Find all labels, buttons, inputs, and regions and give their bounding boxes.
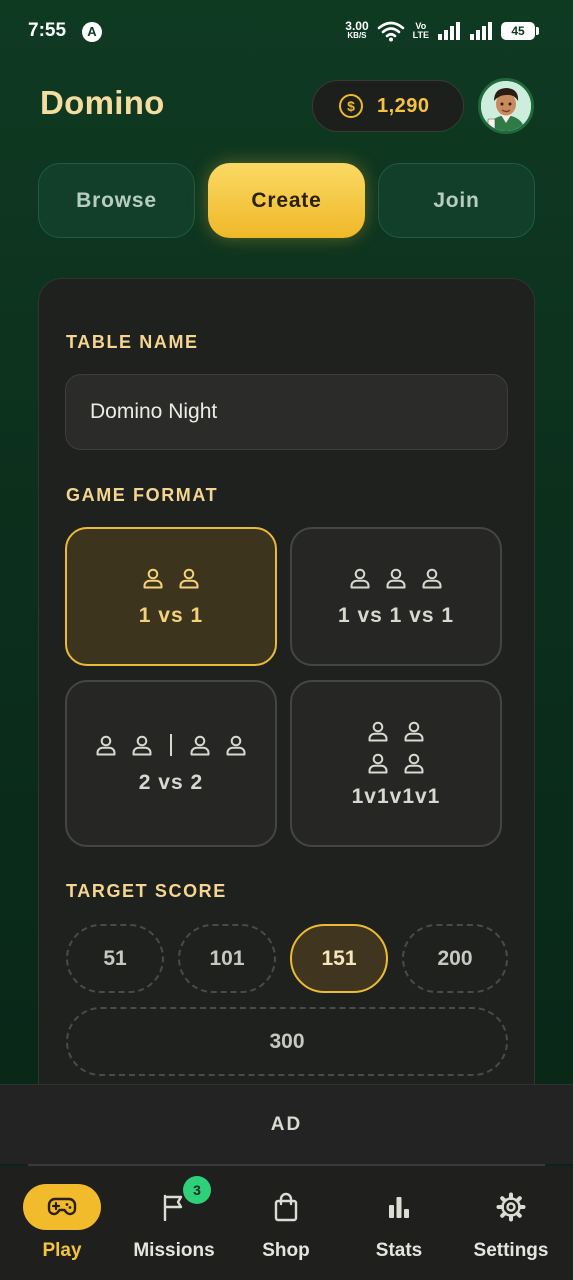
table-name-label: TABLE NAME (66, 332, 199, 352)
nav-icon-pill (247, 1184, 325, 1230)
coin-icon: $ (339, 94, 363, 118)
format-option-1v1[interactable]: 1 vs 1 (65, 527, 277, 666)
person-icon (366, 751, 390, 775)
table-name-input[interactable] (65, 374, 508, 450)
score-option-300[interactable]: 300 (66, 1007, 508, 1076)
network-speed-value: 3.00 (345, 19, 369, 33)
player-icons (141, 566, 201, 590)
player-icons (94, 733, 248, 757)
person-icon (366, 719, 390, 743)
nav-item-stats[interactable]: Stats (342, 1166, 456, 1280)
notification-a-icon: A (82, 22, 102, 42)
target-score-label: TARGET SCORE (66, 881, 227, 901)
network-speed: 3.00 KB/S (345, 19, 369, 40)
person-icon (224, 733, 248, 757)
person-icon (402, 719, 426, 743)
avatar[interactable] (478, 78, 534, 134)
nav-label: Missions (133, 1240, 215, 1261)
person-icon (188, 733, 212, 757)
status-icons: 3.00 KB/S Vo LTE 45 (345, 19, 539, 42)
player-icons (366, 751, 426, 775)
format-option-1v1v1v1[interactable]: 1v1v1v1 (290, 680, 502, 847)
status-bar: 7:55 A 3.00 KB/S Vo LTE 45 (0, 0, 573, 64)
status-time: 7:55 (28, 20, 67, 41)
signal-icon-1 (438, 22, 460, 40)
ad-label: AD (270, 1113, 303, 1135)
person-icon (348, 566, 372, 590)
coin-balance[interactable]: $ 1,290 (312, 80, 464, 132)
format-option-1v1v1[interactable]: 1 vs 1 vs 1 (290, 527, 502, 666)
format-label: 1 vs 1 vs 1 (337, 603, 455, 627)
person-icon (384, 566, 408, 590)
person-icon (94, 733, 118, 757)
nav-icon-pill (472, 1184, 550, 1230)
score-option-151[interactable]: 151 (290, 924, 388, 993)
gear-icon (496, 1192, 526, 1222)
score-option-101[interactable]: 101 (178, 924, 276, 993)
nav-icon-pill (360, 1184, 438, 1230)
volte-indicator: Vo LTE (413, 22, 429, 40)
person-icon (420, 566, 444, 590)
nav-label: Play (42, 1240, 82, 1261)
format-label: 2 vs 2 (138, 770, 204, 794)
person-icon (141, 566, 165, 590)
nav-item-play[interactable]: Play (5, 1166, 119, 1280)
network-speed-unit: KB/S (347, 31, 367, 40)
nav-item-settings[interactable]: Settings (454, 1166, 568, 1280)
gamepad-icon (47, 1197, 77, 1216)
nav-item-shop[interactable]: Shop (229, 1166, 343, 1280)
volte-line2: LTE (412, 30, 429, 40)
nav-label: Stats (375, 1240, 423, 1261)
tab-browse[interactable]: Browse (38, 163, 195, 238)
team-divider (170, 733, 172, 756)
person-icon (177, 566, 201, 590)
app-title: Domino (40, 84, 165, 121)
game-format-label: GAME FORMAT (66, 485, 219, 505)
score-option-51[interactable]: 51 (66, 924, 164, 993)
nav-icon-pill: 3 (135, 1176, 213, 1230)
missions-badge: 3 (183, 1176, 211, 1204)
ad-banner[interactable]: AD (0, 1084, 573, 1164)
nav-label: Settings (473, 1240, 549, 1261)
player-icons (348, 566, 444, 590)
person-icon (130, 733, 154, 757)
signal-icon-2 (470, 22, 492, 40)
person-icon (402, 751, 426, 775)
shopping-bag-icon (274, 1192, 298, 1222)
bar-chart-icon (389, 1197, 409, 1218)
format-option-2v2[interactable]: 2 vs 2 (65, 680, 277, 847)
player-icons (366, 719, 426, 743)
nav-icon-pill (23, 1184, 101, 1230)
battery-icon: 45 (501, 22, 539, 40)
nav-item-missions[interactable]: 3 Missions (117, 1166, 231, 1280)
format-label: 1 vs 1 (138, 603, 204, 627)
score-option-200[interactable]: 200 (402, 924, 508, 993)
tab-join[interactable]: Join (378, 163, 535, 238)
wifi-icon (377, 21, 404, 42)
bottom-nav: Play 3 Missions Shop Stats Settings (0, 1166, 573, 1280)
flag-icon (163, 1194, 183, 1221)
tab-create[interactable]: Create (208, 163, 365, 238)
avatar-image (481, 81, 531, 131)
coin-balance-value: 1,290 (377, 94, 430, 117)
format-label: 1v1v1v1 (351, 784, 441, 808)
nav-label: Shop (262, 1240, 310, 1261)
